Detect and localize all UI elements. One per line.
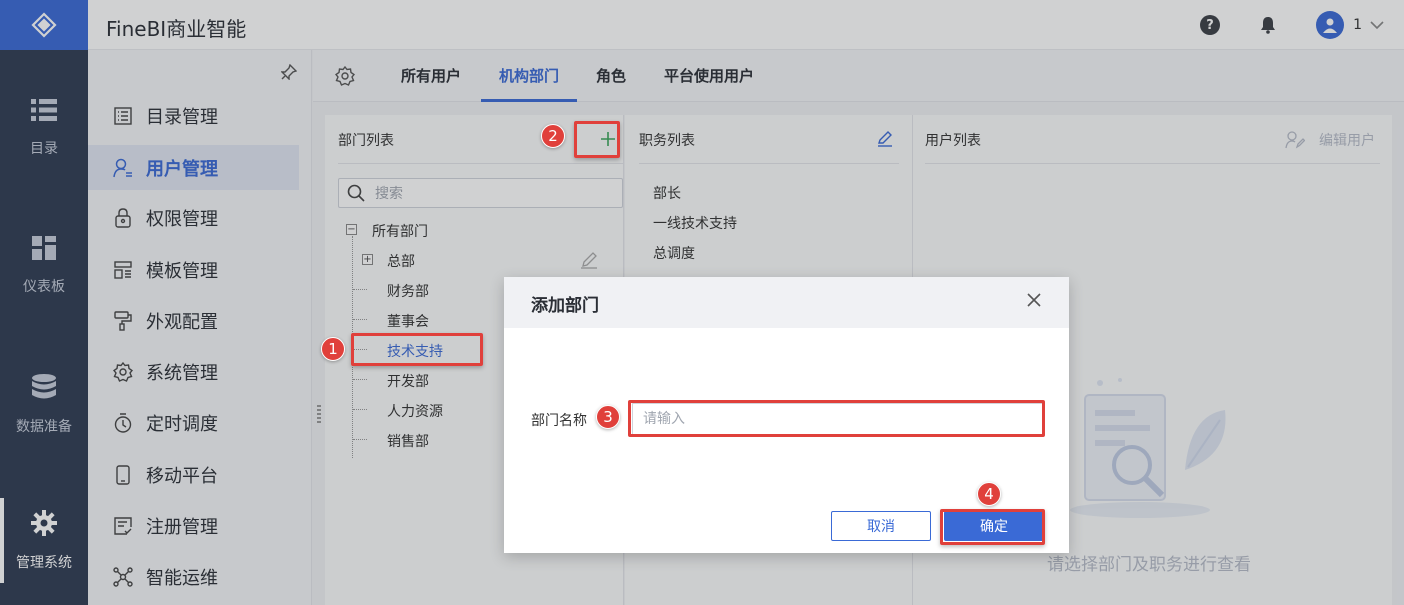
cancel-button[interactable]: 取消 (831, 511, 931, 541)
close-icon[interactable] (1027, 293, 1041, 307)
highlight-box-3 (628, 400, 1045, 437)
step-badge-1: 1 (321, 337, 345, 361)
dialog-header: 添加部门 (504, 277, 1069, 328)
highlight-box-1 (351, 333, 483, 366)
highlight-box-4 (940, 509, 1045, 545)
department-name-label: 部门名称 (531, 413, 587, 429)
step-badge-4: 4 (977, 482, 1001, 506)
dialog-title: 添加部门 (531, 296, 599, 316)
highlight-box-2 (574, 121, 620, 158)
step-badge-3: 3 (596, 405, 620, 429)
step-badge-2: 2 (541, 124, 565, 148)
